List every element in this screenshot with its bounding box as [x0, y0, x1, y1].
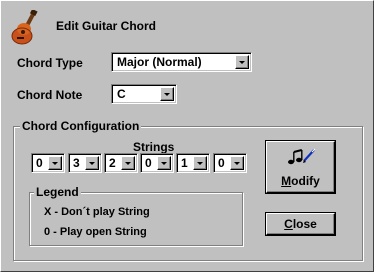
- string-3-select[interactable]: 2: [104, 153, 138, 173]
- chevron-down-icon[interactable]: [235, 55, 249, 69]
- string-value: 2: [109, 156, 116, 170]
- string-value: 0: [36, 156, 43, 170]
- legend-title: Legend: [34, 185, 81, 199]
- strings-label: Strings: [133, 140, 175, 154]
- chord-note-select[interactable]: C: [111, 84, 177, 104]
- music-notes-pencil-icon: [287, 147, 317, 167]
- string-4-select[interactable]: 0: [140, 153, 174, 173]
- chevron-down-icon[interactable]: [157, 156, 171, 170]
- string-2-select[interactable]: 3: [68, 153, 102, 173]
- chord-type-label: Chord Type: [17, 56, 83, 70]
- chevron-down-icon[interactable]: [85, 156, 99, 170]
- close-button[interactable]: Close: [266, 213, 335, 235]
- dialog-title: Edit Guitar Chord: [56, 19, 156, 33]
- chord-type-value: Major (Normal): [117, 55, 202, 69]
- string-1-select[interactable]: 0: [31, 153, 65, 173]
- string-5-select[interactable]: 1: [176, 153, 210, 173]
- legend-line-x: X - Don´t play String: [44, 206, 150, 218]
- chevron-down-icon[interactable]: [121, 156, 135, 170]
- modify-button[interactable]: Modify: [266, 141, 335, 193]
- chevron-down-icon[interactable]: [160, 87, 174, 101]
- chord-note-value: C: [117, 87, 126, 101]
- string-6-select[interactable]: 0: [213, 153, 247, 173]
- close-button-label: Close: [284, 217, 317, 231]
- guitar-icon: [10, 8, 40, 46]
- legend-line-0: 0 - Play open String: [44, 226, 147, 238]
- chord-note-label: Chord Note: [17, 88, 83, 102]
- chevron-down-icon[interactable]: [48, 156, 62, 170]
- edit-guitar-chord-dialog: Edit Guitar Chord Chord Type Major (Norm…: [0, 0, 374, 272]
- chevron-down-icon[interactable]: [230, 156, 244, 170]
- string-value: 3: [73, 156, 80, 170]
- modify-button-label: Modify: [281, 174, 320, 188]
- string-value: 0: [145, 156, 152, 170]
- chevron-down-icon[interactable]: [193, 156, 207, 170]
- string-value: 1: [181, 156, 188, 170]
- string-value: 0: [218, 156, 225, 170]
- chord-type-select[interactable]: Major (Normal): [111, 52, 252, 72]
- chord-configuration-title: Chord Configuration: [20, 119, 142, 133]
